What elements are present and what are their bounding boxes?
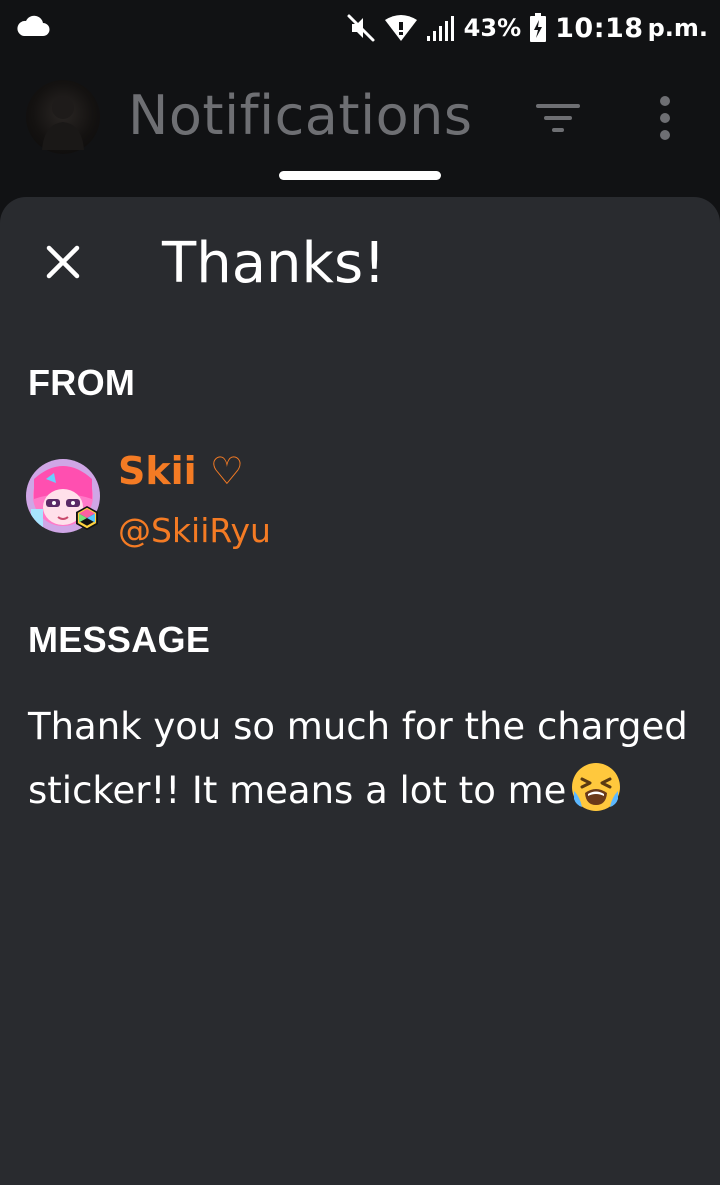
from-label: FROM bbox=[28, 362, 136, 403]
battery-charging-icon bbox=[530, 13, 547, 42]
battery-percent: 43% bbox=[463, 14, 522, 42]
status-icons: 43% 10:18 p.m. bbox=[346, 8, 708, 48]
page-title: Notifications bbox=[128, 84, 473, 147]
signal-icon bbox=[426, 16, 454, 41]
close-icon[interactable] bbox=[38, 237, 88, 287]
sender-handle[interactable]: @SkiiRyu bbox=[118, 511, 271, 550]
filter-icon[interactable] bbox=[534, 100, 582, 136]
sheet-title: Thanks! bbox=[162, 231, 386, 296]
message-body: Thank you so much for the charged sticke… bbox=[28, 695, 698, 823]
avatar[interactable] bbox=[26, 80, 100, 154]
mute-icon bbox=[347, 14, 375, 42]
status-bar: 43% 10:18 p.m. bbox=[0, 0, 720, 56]
screen: 43% 10:18 p.m. Notifications Thanks! FRO… bbox=[0, 0, 720, 1185]
cloud-icon bbox=[17, 15, 50, 36]
message-label: MESSAGE bbox=[28, 619, 211, 660]
avatar-silhouette-icon bbox=[42, 97, 84, 150]
loudly-crying-face-emoji bbox=[572, 763, 621, 811]
sheet-drag-handle[interactable] bbox=[279, 171, 441, 180]
wifi-icon bbox=[384, 15, 417, 41]
notifications-header: Notifications bbox=[0, 56, 720, 186]
more-vert-icon[interactable] bbox=[650, 94, 680, 142]
charged-badge-icon bbox=[76, 506, 98, 530]
notification-detail-sheet: Thanks! FROM Skii ♡ @SkiiRyu MESSAGE Tha… bbox=[0, 197, 720, 1185]
clock-time: 10:18 bbox=[555, 12, 644, 44]
sender-avatar[interactable] bbox=[26, 459, 100, 533]
clock-ampm: p.m. bbox=[647, 14, 708, 42]
sender-display-name[interactable]: Skii ♡ bbox=[118, 449, 244, 493]
